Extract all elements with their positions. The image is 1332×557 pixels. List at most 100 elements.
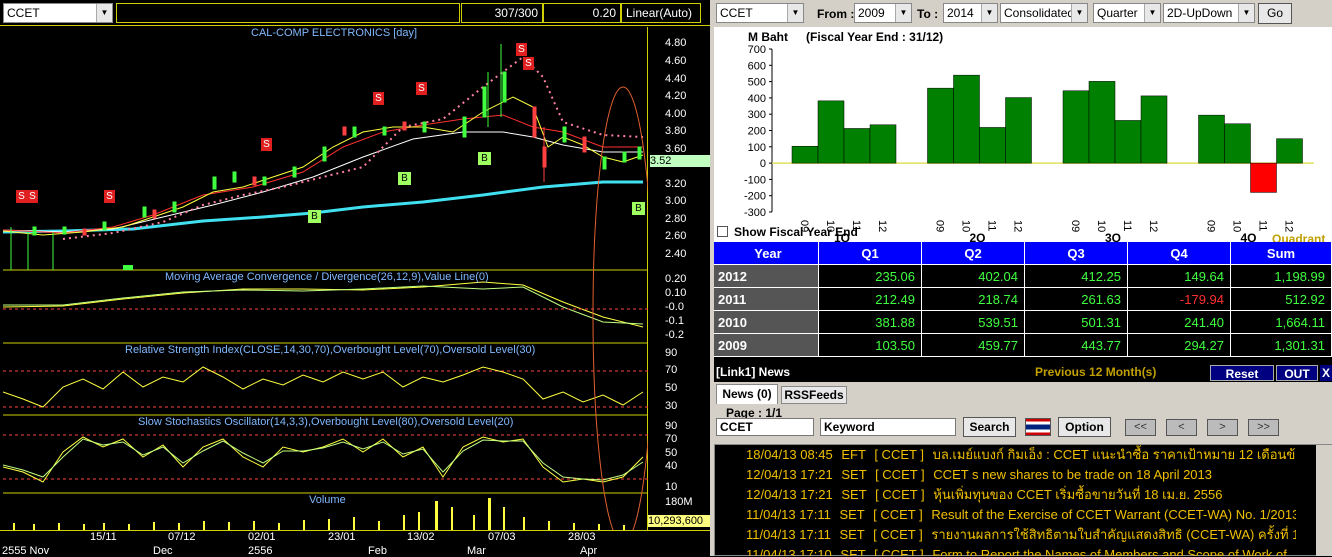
table-row[interactable]: 2009 103.50 459.77 443.77 294.27 1,301.3…: [714, 334, 1332, 357]
search-button[interactable]: Search: [963, 417, 1016, 437]
news-source: EFT: [841, 447, 866, 462]
stoch-tick: 10: [665, 481, 678, 493]
stoch-tick: 70: [665, 433, 678, 445]
news-source: SET: [841, 487, 867, 502]
fin-symbol-select[interactable]: CCET ▼: [716, 3, 804, 23]
bar: [1140, 95, 1168, 164]
next-page-button[interactable]: >: [1207, 419, 1238, 436]
from-year-select[interactable]: 2009 ▼: [854, 3, 912, 23]
scale-box[interactable]: Linear(Auto): [621, 3, 701, 23]
from-year-value: 2009: [858, 6, 885, 20]
counter-text: 307/300: [494, 6, 538, 20]
bar: [927, 87, 954, 164]
x-month: Feb: [368, 545, 387, 557]
list-item[interactable]: 11/04/13 17:11 SET [ CCET ] รายงานผลการใ…: [746, 525, 1296, 545]
symbol-select[interactable]: CCET ▼: [3, 3, 113, 23]
option-button[interactable]: Option: [1058, 417, 1111, 437]
scale-text: Linear(Auto): [626, 6, 693, 20]
bar-label: 12: [1147, 220, 1159, 232]
bar: [1005, 97, 1032, 164]
counter-box: 307/300: [461, 3, 543, 23]
bar: [1088, 81, 1116, 164]
bar-label: 12: [1283, 220, 1295, 232]
prev-page-button[interactable]: <: [1166, 419, 1197, 436]
y-tick: 2.80: [665, 213, 687, 225]
chevron-down-icon: ▼: [981, 4, 997, 22]
sell-signal: S: [373, 92, 384, 105]
col-q4: Q4: [1128, 242, 1231, 265]
from-label: From :: [817, 7, 855, 21]
y-tick-label: 300: [748, 109, 766, 121]
list-item[interactable]: 12/04/13 17:21 SET [ CCET ] CCET s new s…: [746, 465, 1296, 485]
bar: [1062, 90, 1090, 164]
x-month: Mar: [467, 545, 486, 557]
news-symbol: [ CCET ]: [875, 487, 925, 502]
list-item[interactable]: 12/04/13 17:21 SET [ CCET ] หุ้นเพิ่มทุน…: [746, 485, 1296, 505]
news-scrollbar[interactable]: [1316, 445, 1332, 556]
cell-q4: -179.94: [1128, 288, 1231, 311]
news-symbol: [ CCET ]: [874, 547, 924, 556]
symbol-value: CCET: [7, 6, 40, 20]
language-flag-icon[interactable]: [1025, 418, 1051, 436]
cell-sum: 1,664.11: [1231, 311, 1332, 334]
show-fye-checkbox[interactable]: [717, 226, 728, 237]
volume-title: Volume: [309, 494, 346, 506]
cell-q3: 443.77: [1025, 334, 1128, 357]
table-row[interactable]: 2011 212.49 218.74 261.63 -179.94 512.92: [714, 288, 1332, 311]
bar-label: 09: [1069, 220, 1081, 232]
news-period: Previous 12 Month(s): [1035, 365, 1157, 379]
bar: [979, 127, 1006, 164]
bar-label: 11: [986, 220, 998, 231]
bar-label: 09: [1205, 220, 1217, 232]
news-headline: บล.เมย์แบงก์ กิมเอ็ง : CCET แนะนำซื้อ รา…: [932, 447, 1296, 462]
first-page-button[interactable]: <<: [1125, 419, 1156, 436]
keyword-input[interactable]: Keyword: [820, 418, 956, 436]
rsi-tick: 90: [665, 347, 678, 359]
news-symbol-input[interactable]: CCET: [716, 418, 814, 436]
rsi-title: Relative Strength Index(CLOSE,14,30,70),…: [125, 344, 536, 356]
news-headline: Result of the Exercise of CCET Warrant (…: [931, 507, 1296, 522]
sell-signal: S: [261, 138, 272, 151]
x-month: 2556: [248, 545, 273, 557]
to-year-value: 2014: [947, 6, 974, 20]
last-volume-tag: 10,293,600: [648, 515, 710, 527]
reset-button[interactable]: Reset: [1210, 365, 1274, 381]
bar: [953, 74, 980, 164]
news-source: SET: [840, 547, 866, 556]
news-time: 18/04/13 08:45: [746, 447, 833, 462]
y-tick-label: 400: [748, 93, 766, 105]
to-year-select[interactable]: 2014 ▼: [943, 3, 998, 23]
group-label: 2Q: [970, 231, 986, 242]
period-select[interactable]: Quarter ▼: [1093, 3, 1161, 23]
chevron-down-icon: ▼: [1238, 4, 1254, 22]
cell-q3: 261.63: [1025, 288, 1128, 311]
tab-news[interactable]: News (0): [716, 384, 778, 404]
bar-label: 11: [1121, 220, 1133, 231]
news-time: 11/04/13 17:10: [746, 547, 832, 556]
rsi-tick: 50: [665, 382, 678, 394]
table-row[interactable]: 2012 235.06 402.04 412.25 149.64 1,198.9…: [714, 265, 1332, 288]
y-tick-label: 100: [748, 142, 766, 154]
tab-rss[interactable]: RSSFeeds: [781, 386, 847, 404]
x-date: 23/01: [328, 531, 356, 543]
price-chart-area[interactable]: S S S S S S S S B B B B CAL-COMP ELECTRO…: [3, 27, 648, 530]
x-month: 2555 Nov: [2, 545, 50, 557]
list-item[interactable]: 11/04/13 17:10 SET [ CCET ] Form to Repo…: [746, 545, 1296, 556]
x-date: 07/12: [168, 531, 196, 543]
close-button[interactable]: X: [1320, 365, 1332, 381]
bar: [1224, 123, 1251, 164]
view-select[interactable]: 2D-UpDown ▼: [1163, 3, 1255, 23]
y-tick: 3.80: [665, 125, 687, 137]
sell-signal: S: [27, 190, 38, 203]
cell-q2: 402.04: [922, 265, 1025, 288]
list-item[interactable]: 18/04/13 08:45 EFT [ CCET ] บล.เมย์แบงก์…: [746, 445, 1296, 465]
toolbar-blank: [116, 3, 460, 23]
consolidated-select[interactable]: Consolidated ▼: [1000, 3, 1088, 23]
bar-label: 12: [1012, 220, 1024, 232]
last-page-button[interactable]: >>: [1248, 419, 1279, 436]
table-row[interactable]: 2010 381.88 539.51 501.31 241.40 1,664.1…: [714, 311, 1332, 334]
out-button[interactable]: OUT: [1276, 365, 1318, 381]
y-tick-label: -200: [744, 191, 766, 203]
go-button[interactable]: Go: [1258, 3, 1292, 24]
list-item[interactable]: 11/04/13 17:11 SET [ CCET ] Result of th…: [746, 505, 1296, 525]
